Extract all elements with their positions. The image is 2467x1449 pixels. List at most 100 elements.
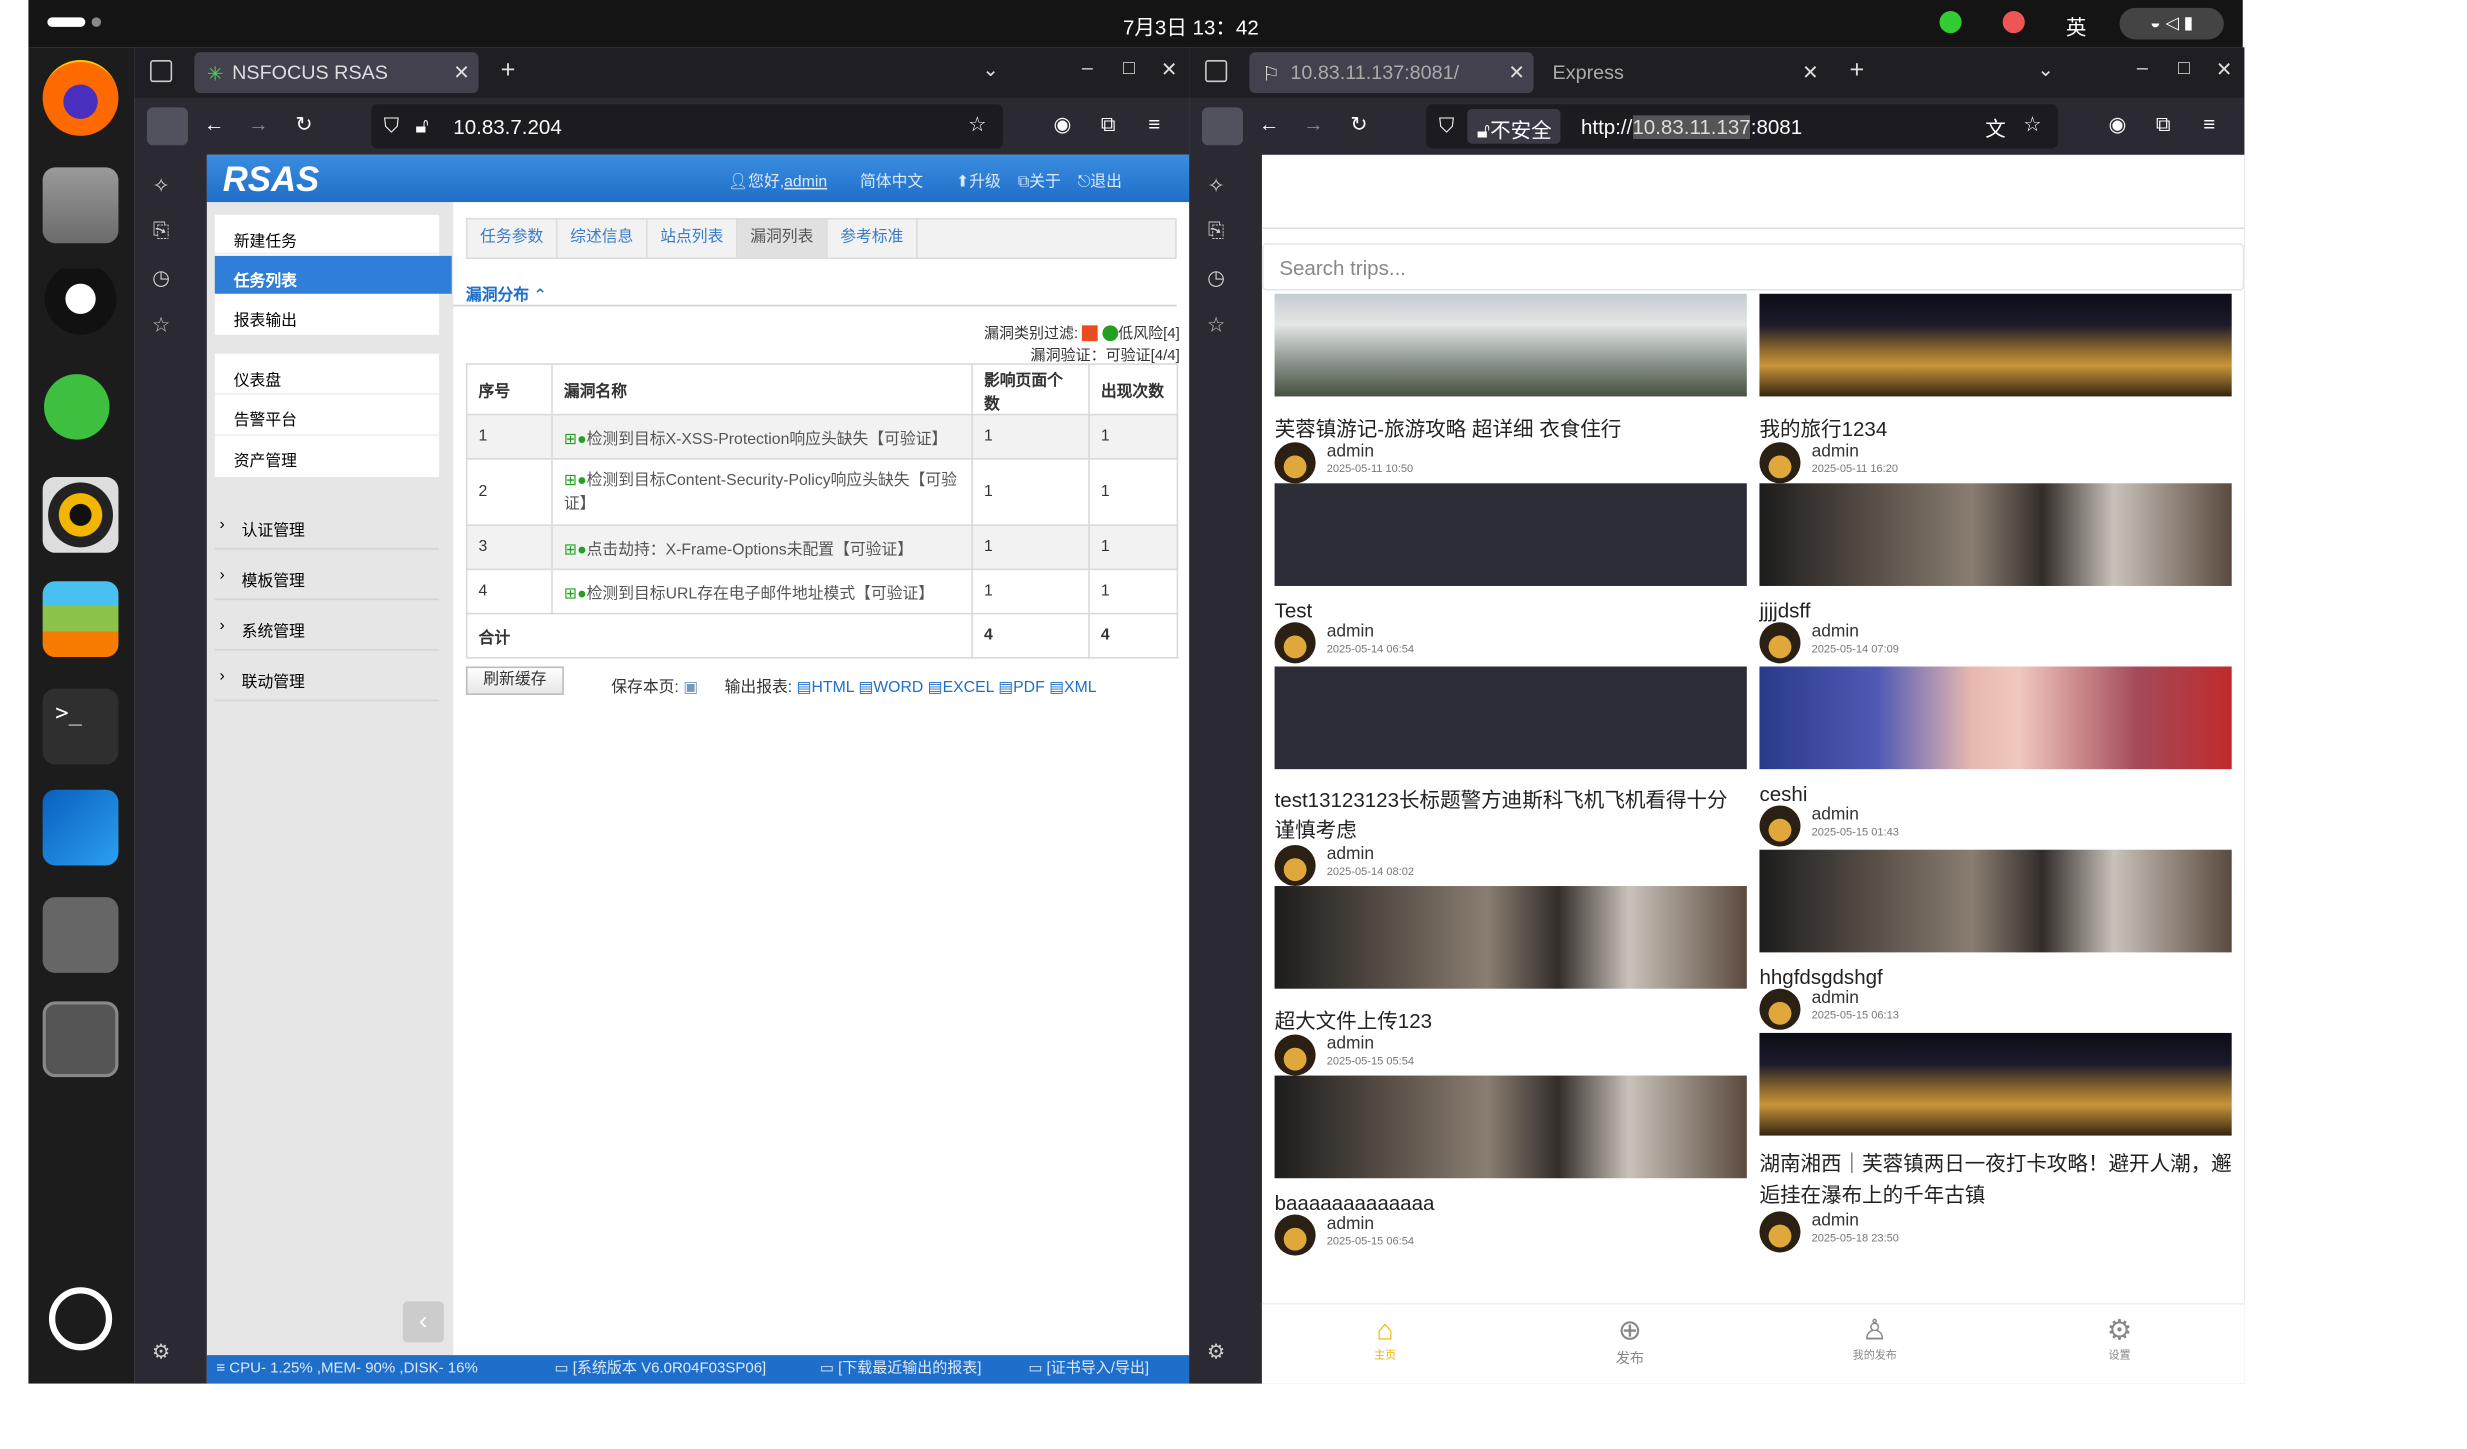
close-tab-icon[interactable]: ✕ <box>1802 60 1819 84</box>
bookmarks-icon[interactable]: ☆ <box>148 313 173 338</box>
collapse-menu-button[interactable]: ‹ <box>402 1301 444 1343</box>
bookmarks-icon[interactable]: ☆ <box>1204 313 1229 338</box>
close-tab-icon[interactable]: ✕ <box>1508 60 1525 84</box>
export-excel[interactable]: ▤EXCEL <box>928 679 994 696</box>
trip-card[interactable]: 芙蓉镇游记-旅游攻略 超详细 衣食住行 admin 2025-05-11 10:5… <box>1274 293 1747 487</box>
tab-express[interactable]: Express ✕ <box>1540 52 1824 93</box>
ssd-drive-icon[interactable] <box>42 897 119 973</box>
menu-system-management[interactable]: › 系统管理 <box>214 603 440 651</box>
trip-card[interactable]: hhgfdsgdshgf admin 2025-05-15 06:13 <box>1759 849 2232 1033</box>
address-bar[interactable]: ⛉ 🔓︎不安全 http://10.83.11.137:8081 文 ☆ <box>1426 104 2058 149</box>
table-row[interactable]: 2 ⊞●检测到目标Content-Security-Policy响应头缺失【可验… <box>465 458 1179 526</box>
trip-card[interactable]: 我的旅行1234 admin 2025-05-11 16:20 <box>1759 293 2232 487</box>
history-icon[interactable]: ◷ <box>1204 265 1229 290</box>
list-tabs-icon[interactable]: ⌄ <box>982 57 999 80</box>
sidebar-settings-icon[interactable]: ⚙ <box>148 1339 173 1364</box>
nav-publish[interactable]: ⊕ 发布 <box>1583 1314 1678 1368</box>
bookmark-star-icon[interactable]: ☆ <box>2023 112 2041 137</box>
export-xml[interactable]: ▤XML <box>1049 679 1096 696</box>
menu-asset-management[interactable]: 资产管理 <box>215 436 439 477</box>
back-icon[interactable]: ← <box>1259 112 1280 136</box>
wechat-icon[interactable] <box>42 372 119 449</box>
menu-dashboard[interactable]: 仪表盘 <box>214 354 440 395</box>
menu-linkage-management[interactable]: › 联动管理 <box>214 654 440 702</box>
save-icon[interactable]: ▣ <box>683 679 698 696</box>
system-status-menu[interactable]: ◒ ◁ ▮ <box>2119 7 2224 40</box>
activities-indicator[interactable] <box>47 17 86 27</box>
expand-icon[interactable]: ⊞● <box>564 471 587 488</box>
vscode-icon[interactable] <box>42 789 119 866</box>
menu-template-management[interactable]: › 模板管理 <box>214 553 440 601</box>
close-window-icon[interactable]: ✕ <box>1161 57 1178 80</box>
reload-icon[interactable]: ↻ <box>295 112 312 137</box>
about-link[interactable]: ⧉关于 <box>1018 174 1061 191</box>
tab-site-list[interactable]: 站点列表 <box>648 219 738 258</box>
download-report-link[interactable]: ▭ [下载最近输出的报表] <box>820 1355 982 1383</box>
trip-card[interactable]: test13123123长标题警方迪斯科飞机飞机看得十分谨慎考虑 admin 20… <box>1274 666 1747 890</box>
menu-report-output[interactable]: 报表输出 <box>215 295 439 334</box>
nav-home[interactable]: ⌂ 主页 <box>1338 1314 1433 1363</box>
synced-tabs-icon[interactable]: ⎘ <box>1204 218 1229 243</box>
trip-card[interactable]: baaaaaaaaaaaaa admin 2025-05-15 06:54 <box>1274 1075 1747 1259</box>
tab-overview[interactable]: 综述信息 <box>558 219 648 258</box>
expand-icon[interactable]: ⊞● <box>564 542 587 559</box>
layers-app-icon[interactable] <box>42 581 119 658</box>
tab-task-params[interactable]: 任务参数 <box>468 219 558 258</box>
language-link[interactable]: 简体中文 <box>860 174 923 191</box>
user-link[interactable]: admin <box>784 174 827 191</box>
tab-overview-icon[interactable] <box>150 60 173 83</box>
firefox-icon[interactable] <box>42 60 119 136</box>
tab-reference[interactable]: 参考标准 <box>828 219 918 258</box>
table-row[interactable]: 4 ⊞●检测到目标URL存在电子邮件地址模式【可验证】 1 1 <box>465 568 1179 615</box>
expand-icon[interactable]: ⊞● <box>564 431 587 448</box>
trash-icon[interactable] <box>42 1001 119 1078</box>
rhythmbox-icon[interactable] <box>42 476 119 553</box>
menu-alert-platform[interactable]: 告警平台 <box>214 395 440 436</box>
trip-card[interactable]: jjjjdsff admin 2025-05-14 07:09 <box>1759 483 2232 666</box>
menu-icon[interactable]: ≡ <box>2203 112 2215 136</box>
trip-card[interactable]: ceshi admin 2025-05-15 01:43 <box>1759 666 2232 850</box>
list-tabs-icon[interactable]: ⌄ <box>2037 57 2054 80</box>
back-icon[interactable]: ← <box>204 112 225 136</box>
menu-icon[interactable]: ≡ <box>1148 112 1160 136</box>
address-bar[interactable]: ⛉ 🔓︎ 10.83.7.204 ☆ <box>371 104 1003 149</box>
tab-rsas[interactable]: ✳ NSFOCUS RSAS ✕ <box>194 52 479 94</box>
insecure-badge[interactable]: 🔓︎不安全 <box>1467 108 1562 144</box>
wechat-tray-icon[interactable] <box>1939 11 1962 34</box>
forward-icon[interactable]: → <box>248 112 269 136</box>
trip-card[interactable]: Test admin 2025-05-14 06:54 <box>1274 483 1747 666</box>
nav-settings[interactable]: ⚙ 设置 <box>2072 1314 2167 1363</box>
logout-link[interactable]: ⎋退出 <box>1078 174 1122 191</box>
export-html[interactable]: ▤HTML <box>797 679 854 696</box>
maximize-icon[interactable]: □ <box>1123 57 1135 79</box>
cert-import-link[interactable]: ▭ [证书导入/导出] <box>1028 1355 1149 1383</box>
ai-chat-icon[interactable]: ✧ <box>1204 174 1229 199</box>
extensions-icon[interactable]: ⧉ <box>1101 112 1116 137</box>
account-icon[interactable]: ◉ <box>1053 112 1071 137</box>
clock[interactable]: 7月3日 13：42 <box>1123 11 1259 41</box>
input-method[interactable]: 英 <box>2066 11 2087 41</box>
refresh-cache-button[interactable]: 刷新缓存 <box>465 666 564 695</box>
trip-card[interactable]: 超大文件上传123 admin 2025-05-15 05:54 <box>1274 886 1747 1079</box>
show-apps-icon[interactable] <box>48 1287 113 1351</box>
close-tab-icon[interactable]: ✕ <box>453 60 470 84</box>
low-risk-checkbox[interactable] <box>1082 326 1099 342</box>
extensions-icon[interactable]: ⧉ <box>2156 112 2171 137</box>
sidebar-settings-icon[interactable]: ⚙ <box>1204 1339 1229 1364</box>
qq-icon[interactable] <box>42 268 119 345</box>
menu-task-list[interactable]: 任务列表 <box>214 255 452 294</box>
upgrade-link[interactable]: ⬆升级 <box>956 174 1001 191</box>
ai-chat-icon[interactable]: ✧ <box>148 174 173 199</box>
account-icon[interactable]: ◉ <box>2108 112 2126 137</box>
maximize-icon[interactable]: □ <box>2178 57 2190 79</box>
new-tab-icon[interactable]: + <box>501 57 516 85</box>
search-input[interactable]: Search trips... <box>1261 243 2245 291</box>
bookmark-star-icon[interactable]: ☆ <box>968 112 986 137</box>
expand-icon[interactable]: ⊞● <box>564 586 587 603</box>
menu-auth-management[interactable]: › 认证管理 <box>214 502 440 550</box>
terminal-icon[interactable]: >_ <box>42 688 119 765</box>
tab-vuln-list[interactable]: 漏洞列表 <box>737 219 828 258</box>
nav-my-posts[interactable]: ♙ 我的发布 <box>1827 1314 1922 1363</box>
trip-card[interactable]: 湖南湘西｜芙蓉镇两日一夜打卡攻略！避开人潮，邂逅挂在瀑布上的千年古镇 admin… <box>1759 1032 2232 1256</box>
minimize-icon[interactable]: – <box>1082 57 1093 79</box>
